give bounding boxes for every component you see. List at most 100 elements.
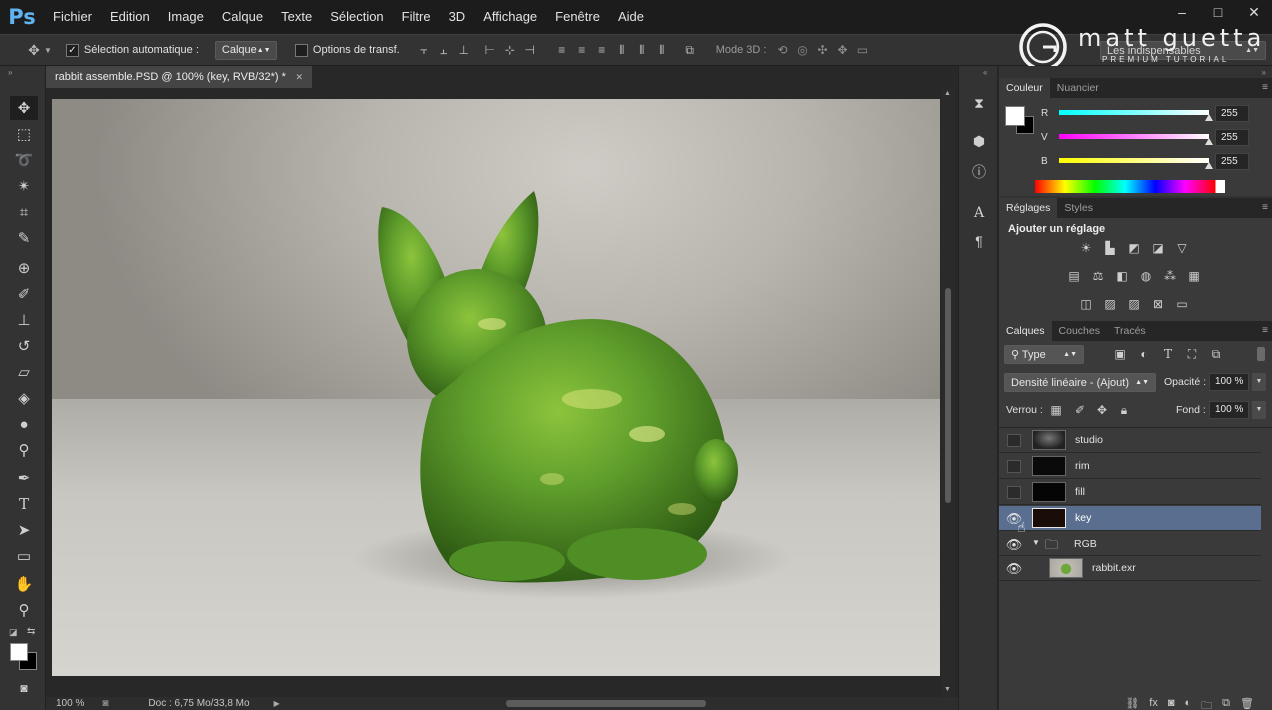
menu-edition[interactable]: Edition [101,0,159,34]
channel-mixer-icon[interactable]: ⁂ [1161,268,1179,284]
collapse-dock-icon[interactable]: « [983,68,987,77]
threshold-icon[interactable]: ▨ [1125,296,1143,312]
foreground-color-swatch[interactable] [10,643,28,661]
new-layer-icon[interactable]: ⧉ [1222,697,1230,710]
lock-pixels-icon[interactable]: ✐ [1071,402,1089,418]
align-bottom-icon[interactable]: ⊥ [454,41,474,59]
layer-row-key[interactable]: 👁︎ key ☝︎ [999,506,1261,535]
dodge-tool-icon[interactable]: ⚲ [10,438,38,462]
invert-icon[interactable]: ◫ [1077,296,1095,312]
auto-select-checkbox[interactable]: ✓ [65,43,79,57]
type-tool-icon[interactable]: T [10,492,38,516]
distribute-bottom-icon[interactable]: ≡ [592,41,612,59]
vertical-scroll-thumb[interactable] [945,288,951,503]
history-panel-icon[interactable]: ⧗ [967,92,991,114]
tab-nuancier[interactable]: Nuancier [1050,78,1106,98]
document-tab[interactable]: rabbit assemble.PSD @ 100% (key, RVB/32*… [46,66,312,88]
new-adjustment-icon[interactable]: ◐ [1185,697,1192,710]
menu-texte[interactable]: Texte [272,0,321,34]
slider-r-value[interactable]: 255 [1215,105,1249,122]
swap-colors-icon[interactable]: ⇆ [27,626,35,637]
filter-pixel-icon[interactable]: ▣ [1111,346,1129,362]
collapse-panel-icon[interactable]: » [8,68,12,77]
add-style-icon[interactable]: fx [1149,697,1158,710]
filter-adjustment-icon[interactable]: ◐ [1135,346,1153,362]
vertical-scrollbar[interactable]: ▲ ▼ [941,88,955,697]
rectangle-tool-icon[interactable]: ▭ [10,544,38,568]
menu-aide[interactable]: Aide [609,0,653,34]
hue-saturation-icon[interactable]: ▤ [1065,268,1083,284]
photo-filter-icon[interactable]: ◍ [1137,268,1155,284]
tab-traces[interactable]: Tracés [1107,321,1153,341]
align-left-icon[interactable]: ⊢ [480,41,500,59]
distribute-vcenter-icon[interactable]: ≡ [572,41,592,59]
menu-3d[interactable]: 3D [440,0,475,34]
filter-smart-object-icon[interactable]: ⧉ [1207,346,1225,362]
menu-filtre[interactable]: Filtre [393,0,440,34]
pen-tool-icon[interactable]: ✒ [10,466,38,490]
curves-icon[interactable]: ◩ [1125,240,1143,256]
menu-image[interactable]: Image [159,0,213,34]
panel-menu-icon[interactable]: ≡ [1262,82,1268,93]
eye-icon[interactable]: 👁︎ [1006,537,1023,552]
chevron-down-icon[interactable]: ▼ [44,46,52,55]
new-group-icon[interactable]: 🗀︎ [1201,697,1212,710]
quick-mask-icon[interactable]: ◙ [10,676,38,700]
align-hcenter-icon[interactable]: ⊹ [500,41,520,59]
distribute-left-icon[interactable]: ⦀ [612,41,632,59]
fill-value[interactable]: 100 % [1209,401,1249,419]
eraser-tool-icon[interactable]: ▱ [10,360,38,384]
minimize-button[interactable]: – [1164,0,1200,24]
slider-r-thumb[interactable] [1205,114,1213,121]
menu-calque[interactable]: Calque [213,0,272,34]
3d-pan-icon[interactable]: ✣ [812,41,832,59]
slider-v-value[interactable]: 255 [1215,129,1249,146]
close-tab-icon[interactable]: ✕ [295,72,303,83]
3d-scale-icon[interactable]: ▭ [852,41,872,59]
black-white-icon[interactable]: ◧ [1113,268,1131,284]
tab-couleur[interactable]: Couleur [999,78,1050,98]
3d-slide-icon[interactable]: ✥ [832,41,852,59]
layer-row-fill[interactable]: fill [999,480,1261,505]
slider-b-track[interactable] [1059,158,1209,163]
filter-toggle[interactable] [1257,347,1265,361]
layer-row-studio[interactable]: studio [999,428,1261,453]
3d-panel-icon[interactable]: ⬢ [967,130,991,152]
status-arrow-icon[interactable]: ▶ [274,699,280,708]
transform-options-checkbox[interactable] [294,43,308,57]
color-spectrum-bar[interactable] [1035,180,1225,193]
slider-v-track[interactable] [1059,134,1209,139]
collapse-right-icon[interactable]: » [1262,68,1266,77]
layer-row-rgb-group[interactable]: 👁︎ ▼ 🗀︎ RGB [999,532,1261,556]
paint-bucket-tool-icon[interactable]: ◈ [10,386,38,410]
move-tool-icon[interactable]: ✥ [10,96,38,120]
posterize-icon[interactable]: ▨ [1101,296,1119,312]
scroll-up-icon[interactable]: ▲ [944,90,951,97]
slider-b-value[interactable]: 255 [1215,153,1249,170]
auto-select-target-dropdown[interactable]: Calque ▲▼ [214,40,277,60]
color-balance-icon[interactable]: ⚖ [1089,268,1107,284]
expand-group-icon[interactable]: ▼ [1032,538,1040,547]
magic-wand-tool-icon[interactable]: ✴ [10,174,38,198]
vibrance-icon[interactable]: ▽ [1173,240,1191,256]
lock-position-icon[interactable]: ✥ [1093,402,1111,418]
visibility-toggle[interactable] [1007,486,1021,499]
align-top-icon[interactable]: ⫟ [414,41,434,59]
history-brush-tool-icon[interactable]: ↺ [10,334,38,358]
tab-calques[interactable]: Calques [999,321,1052,341]
opacity-dropdown-icon[interactable]: ▼ [1252,373,1266,391]
lock-transparency-icon[interactable]: ▦ [1047,402,1065,418]
menu-selection[interactable]: Sélection [321,0,392,34]
distribute-right-icon[interactable]: ⦀ [652,41,672,59]
layer-row-rabbit-exr[interactable]: 👁︎ rabbit.exr [999,556,1261,581]
paragraph-panel-icon[interactable]: ¶ [967,230,991,252]
auto-align-icon[interactable]: ⧉ [680,41,700,59]
distribute-top-icon[interactable]: ≡ [552,41,572,59]
tab-styles[interactable]: Styles [1057,198,1100,218]
levels-icon[interactable]: ▙ [1101,240,1119,256]
add-mask-icon[interactable]: ◙ [1168,697,1175,710]
fill-dropdown-icon[interactable]: ▼ [1252,401,1266,419]
opacity-value[interactable]: 100 % [1209,373,1249,391]
zoom-level[interactable]: 100 % [56,698,84,709]
eye-icon[interactable]: 👁︎ [1006,561,1023,576]
